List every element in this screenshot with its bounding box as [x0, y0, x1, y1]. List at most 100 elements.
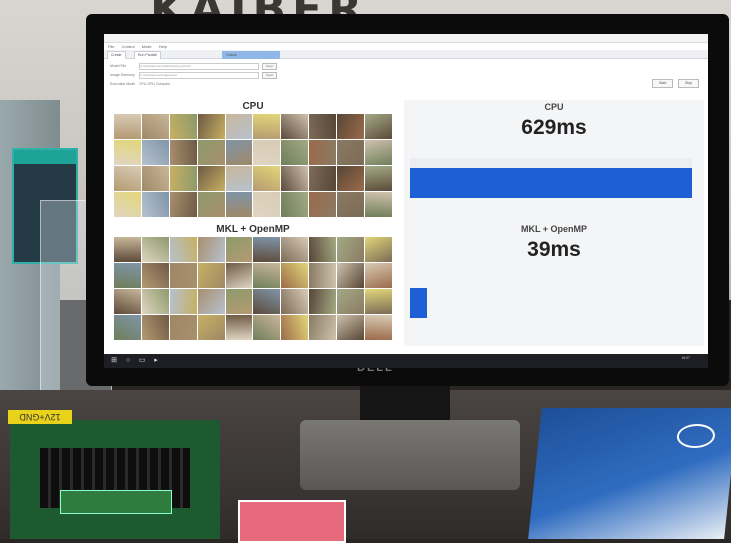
- tab-run-parallel[interactable]: Run Parallel: [134, 51, 162, 59]
- image-thumbnail: [141, 315, 169, 340]
- field-label: Execution Mode: [110, 82, 136, 86]
- title-bar: [104, 34, 708, 43]
- image-thumbnail: [281, 237, 309, 262]
- search-icon[interactable]: ○: [124, 357, 132, 365]
- image-thumbnail: [169, 166, 197, 191]
- magazine: [528, 408, 731, 539]
- image-thumbnail: [114, 140, 141, 165]
- image-thumbnail: [169, 289, 197, 314]
- menu-item[interactable]: File: [108, 44, 114, 49]
- image-thumbnail: [197, 237, 225, 262]
- image-thumbnail: [281, 140, 309, 165]
- image-thumbnail: [309, 114, 337, 139]
- model-file-field[interactable]: C:\Users\demo\models\deploy.prototxt: [138, 63, 259, 70]
- form-row-mode: Execution Mode CPU GPU Compare: [110, 81, 170, 88]
- image-thumbnail: [114, 237, 141, 262]
- form-row-images: Image Directory C:\Users\demo\images\pet…: [110, 72, 278, 79]
- image-thumbnail: [281, 114, 309, 139]
- image-thumbnail: [253, 289, 281, 314]
- image-thumbnail: [225, 289, 253, 314]
- image-thumbnail: [309, 192, 337, 217]
- cpu-metric-label: CPU: [544, 102, 564, 112]
- image-thumbnail: [365, 166, 392, 191]
- image-thumbnail: [337, 289, 365, 314]
- image-thumbnail: [365, 289, 392, 314]
- image-thumbnail: [337, 263, 365, 288]
- mkl-images-heading: MKL + OpenMP: [216, 224, 290, 235]
- image-thumbnail: [253, 263, 281, 288]
- image-thumbnail: [309, 263, 337, 288]
- image-thumbnail: [197, 192, 225, 217]
- image-thumbnail: [141, 140, 169, 165]
- windows-start-icon[interactable]: ⊞: [110, 357, 118, 365]
- image-thumbnail: [197, 140, 225, 165]
- image-thumbnail: [141, 289, 169, 314]
- image-thumbnail: [114, 166, 141, 191]
- form-row-model: Model File C:\Users\demo\models\deploy.p…: [110, 63, 278, 70]
- image-panel: CPU MKL + OpenMP: [108, 100, 398, 346]
- image-thumbnail: [169, 263, 197, 288]
- execution-mode-options[interactable]: CPU GPU Compare: [139, 82, 170, 86]
- image-thumbnail: [365, 237, 392, 262]
- image-thumbnail: [253, 140, 281, 165]
- open-model-button[interactable]: Open: [261, 63, 278, 70]
- image-thumbnail: [281, 315, 309, 340]
- menu-item[interactable]: Help: [159, 44, 167, 49]
- results-area: CPU MKL + OpenMP CPU 629ms MKL + OpenMP …: [108, 100, 704, 346]
- image-thumbnail: [114, 289, 141, 314]
- app-icon[interactable]: ▸: [152, 357, 160, 365]
- image-thumbnail: [169, 237, 197, 262]
- image-thumbnail: [309, 166, 337, 191]
- memory-module: [60, 490, 172, 514]
- image-thumbnail: [169, 315, 197, 340]
- image-thumbnail: [337, 114, 365, 139]
- image-thumbnail: [309, 315, 337, 340]
- image-thumbnail: [337, 192, 365, 217]
- start-button[interactable]: Start: [652, 79, 674, 88]
- field-label: Image Directory: [110, 73, 135, 78]
- image-thumbnail: [253, 315, 281, 340]
- image-thumbnail: [253, 192, 281, 217]
- tab-create[interactable]: Create: [107, 51, 126, 59]
- menu-item[interactable]: Mode: [142, 44, 152, 49]
- image-thumbnail: [281, 166, 309, 191]
- tab-bar: Create Run Parallel Output: [104, 50, 708, 59]
- mkl-metric-label: MKL + OpenMP: [520, 224, 588, 234]
- task-view-icon[interactable]: ▭: [138, 357, 146, 365]
- monitor-stand-base: [300, 420, 520, 490]
- taskbar: ⊞ ○ ▭ ▸ 16:07: [104, 354, 708, 368]
- cpu-images-heading: CPU: [242, 101, 264, 112]
- image-thumbnail: [365, 114, 392, 139]
- settings-form: Model File C:\Users\demo\models\deploy.p…: [104, 59, 708, 101]
- image-thumbnail: [141, 166, 169, 191]
- image-thumbnail: [197, 263, 225, 288]
- image-directory-field[interactable]: C:\Users\demo\images\pets: [138, 72, 259, 79]
- image-thumbnail: [197, 114, 225, 139]
- open-images-button[interactable]: Open: [261, 72, 278, 79]
- mkl-bar-track: [410, 278, 692, 318]
- menu-item[interactable]: Control: [122, 44, 135, 49]
- image-thumbnail: [253, 114, 281, 139]
- image-thumbnail: [337, 166, 365, 191]
- cable-label: 12V+GND: [8, 410, 72, 424]
- image-thumbnail: [141, 237, 169, 262]
- image-thumbnail: [197, 315, 225, 340]
- stop-button[interactable]: Stop: [678, 79, 700, 88]
- image-thumbnail: [337, 315, 365, 340]
- image-thumbnail: [197, 289, 225, 314]
- image-thumbnail: [337, 140, 365, 165]
- mkl-time-bar: [410, 288, 428, 318]
- image-thumbnail: [253, 237, 281, 262]
- menu-bar: File Control Mode Help: [104, 43, 708, 50]
- image-thumbnail: [225, 263, 253, 288]
- cpu-image-grid: [114, 114, 392, 217]
- cpu-time-bar: [410, 168, 692, 198]
- taskbar-clock: 16:07: [681, 356, 690, 360]
- cpu-time-value: 629ms: [521, 116, 587, 139]
- image-thumbnail: [365, 263, 392, 288]
- tab-output[interactable]: Output: [222, 51, 280, 59]
- image-thumbnail: [114, 263, 141, 288]
- image-thumbnail: [365, 192, 392, 217]
- image-thumbnail: [197, 166, 225, 191]
- image-thumbnail: [114, 192, 141, 217]
